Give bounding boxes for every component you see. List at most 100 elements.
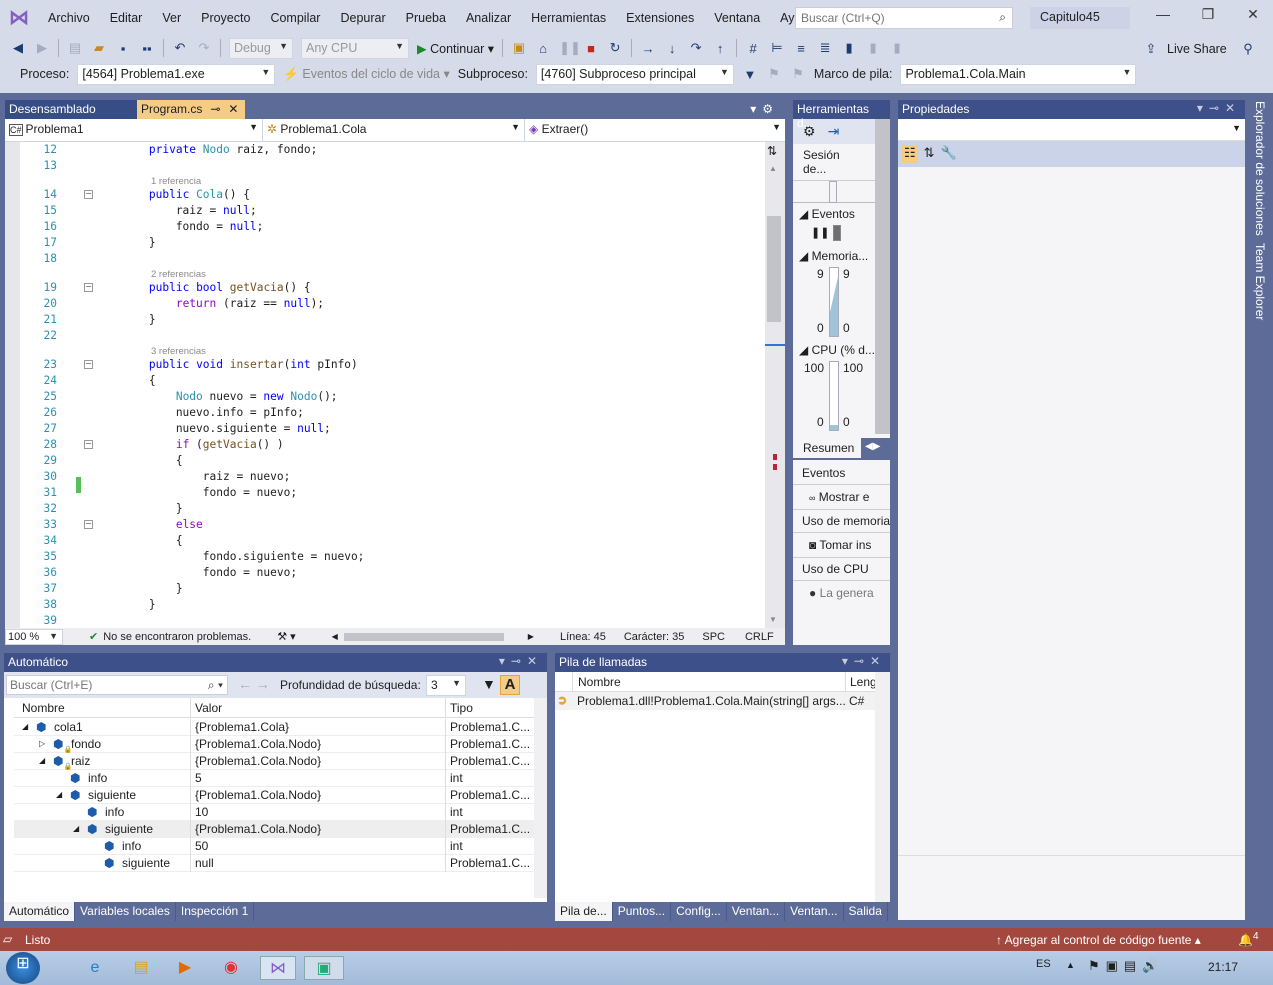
code-line[interactable]: 38 } (5, 597, 765, 613)
tab-summary[interactable]: Resumen (793, 438, 861, 458)
code-line[interactable]: 24 { (5, 373, 765, 389)
pause-icon[interactable]: ❚❚ (559, 40, 581, 56)
hex-icon[interactable]: # (745, 41, 761, 56)
bookmark-icon[interactable]: ▮ (841, 40, 857, 56)
autos-row[interactable]: ⬢ info 5 int (14, 770, 534, 787)
source-control-button[interactable]: ↑ Agregar al control de código fuente ▴ (996, 933, 1201, 947)
notifications-icon[interactable]: 🔔4 (1238, 931, 1259, 947)
tab-scroll-arrows[interactable]: ◀▶ (865, 441, 880, 452)
close-tab-icon[interactable]: ✕ (228, 102, 238, 117)
code-line[interactable]: 20 return (raiz == null); (5, 296, 765, 312)
save-all-icon[interactable]: ▪▪ (139, 41, 155, 56)
bookmark-prev-icon[interactable]: ▮ (865, 40, 881, 56)
autos-row[interactable]: ◢ ⬢🔒 raiz {Problema1.Cola.Nodo} Problema1.C.… (14, 753, 534, 770)
code-line[interactable]: 18 (5, 251, 765, 267)
configuration-select[interactable]: Debug ▼ (229, 37, 293, 59)
collapse-icon[interactable]: − (84, 190, 93, 199)
autos-search-input[interactable]: Buscar (Ctrl+E) ⌕ ▾ (6, 675, 228, 695)
tray-icons[interactable]: ⚑▣▤🔊 (1088, 958, 1164, 974)
variable-value[interactable]: null (190, 855, 218, 872)
collapse-icon[interactable]: − (84, 440, 93, 449)
collapse-arrow-icon[interactable]: ◢ (39, 756, 45, 765)
code-line[interactable]: 12 private Nodo raiz, fondo; (5, 142, 765, 158)
open-file-icon[interactable]: ▰ (91, 40, 107, 56)
autos-row[interactable]: ◢ ⬢ siguiente {Problema1.Cola.Nodo} Problema… (14, 821, 534, 838)
code-line[interactable]: 29 { (5, 453, 765, 469)
save-icon[interactable]: ▪ (115, 41, 131, 56)
menu-ver[interactable]: Ver (152, 11, 191, 25)
collapse-icon[interactable]: − (84, 360, 93, 369)
expand-arrow-icon[interactable]: ▷ (39, 739, 45, 748)
search-depth-select[interactable]: 3 ▼ (426, 675, 466, 696)
code-line[interactable]: 36 fondo = nuevo; (5, 565, 765, 581)
visual-studio-taskbar-icon[interactable]: ⋈ (260, 956, 296, 980)
step-into-icon[interactable]: ↓ (664, 41, 680, 56)
bottom-tab[interactable]: Variables locales (75, 902, 176, 921)
variable-value[interactable]: {Problema1.Cola.Nodo} (190, 753, 325, 770)
back-icon[interactable]: ◀ (10, 40, 26, 56)
step-over-icon[interactable]: ↷ (688, 40, 704, 56)
variable-value[interactable]: 5 (190, 770, 206, 787)
collapse-arrow-icon[interactable]: ◢ (22, 722, 28, 731)
variable-value[interactable]: {Problema1.Cola.Nodo} (190, 787, 325, 804)
file-explorer-icon[interactable]: ▤ (128, 956, 154, 980)
internet-explorer-icon[interactable]: e (82, 956, 108, 980)
media-player-icon[interactable]: ▶ (172, 956, 198, 980)
object-select[interactable]: ▼ (898, 119, 1245, 141)
bottom-tab[interactable]: Pila de... (555, 902, 613, 921)
code-line[interactable]: 28 − if (getVacia() ) (5, 437, 765, 453)
code-line[interactable]: 39 (5, 613, 765, 628)
autos-row[interactable]: ◢ ⬢ cola1 {Problema1.Cola} Problema1.C... (14, 719, 534, 736)
flag-icon[interactable]: ⚑ (766, 66, 782, 82)
bottom-tab[interactable]: Inspección 1 (176, 902, 255, 921)
menu-editar[interactable]: Editar (100, 11, 153, 25)
panel-controls-icon[interactable]: ▾⊸✕ (1197, 101, 1241, 115)
bottom-tab[interactable]: Ventan... (727, 902, 786, 921)
panel-controls-icon[interactable]: ▾⊸✕ (842, 654, 886, 668)
autos-row[interactable]: ⬢ info 50 int (14, 838, 534, 855)
menu-compilar[interactable]: Compilar (260, 11, 330, 25)
scrollbar-thumb[interactable] (767, 216, 781, 322)
panel-controls-icon[interactable]: ▾⊸✕ (499, 654, 543, 668)
variable-value[interactable]: {Problema1.Cola} (190, 719, 293, 736)
comment-icon[interactable]: ≡ (793, 41, 809, 56)
live-share-button[interactable]: ⇪ Live Share (1143, 41, 1227, 57)
code-line[interactable]: 21 } (5, 312, 765, 328)
code-line[interactable]: 27 nuevo.siguiente = null; (5, 421, 765, 437)
menu-proyecto[interactable]: Proyecto (191, 11, 260, 25)
flag-all-icon[interactable]: ⚑ (790, 66, 806, 82)
tab-program-cs[interactable]: Program.cs ⊸ ✕ (137, 100, 245, 119)
nav-back-forward-icon[interactable]: ← → (238, 676, 270, 692)
bottom-tab[interactable]: Config... (671, 902, 727, 921)
call-stack-row[interactable]: ➲ Problema1.dll!Problema1.Cola.Main(stri… (555, 692, 890, 710)
alphabetical-icon[interactable]: ⇅ (924, 145, 935, 163)
console-taskbar-icon[interactable]: ▣ (304, 956, 344, 980)
thread-select[interactable]: [4760] Subproceso principal ▼ (535, 63, 734, 85)
filter-icon[interactable]: ▼ (742, 67, 758, 82)
uncomment-icon[interactable]: ≣ (817, 40, 833, 56)
forward-icon[interactable]: ▶ (34, 40, 50, 56)
lifecycle-events-button[interactable]: ⚡ Eventos del ciclo de vida ▾ (283, 66, 449, 82)
horizontal-scrollbar[interactable] (343, 632, 504, 641)
export-icon[interactable]: ⇥ (828, 123, 840, 140)
take-snapshot-button[interactable]: ◙ Tomar ins (793, 533, 890, 558)
menu-herramientas[interactable]: Herramientas (521, 11, 616, 25)
bottom-tab[interactable]: Salida (844, 902, 888, 921)
code-line[interactable]: 14 − public Cola() { (5, 187, 765, 203)
side-tab-team-explorer[interactable]: Team Explorer (1253, 243, 1267, 320)
platform-select[interactable]: Any CPU ▼ (301, 37, 409, 59)
variable-value[interactable]: {Problema1.Cola.Nodo} (190, 736, 325, 753)
code-line[interactable]: 26 nuevo.info = pInfo; (5, 405, 765, 421)
autos-row[interactable]: ▷ ⬢🔒 fondo {Problema1.Cola.Nodo} Problema1.C… (14, 736, 534, 753)
redo-icon[interactable]: ↷ (196, 40, 212, 56)
menu-analizar[interactable]: Analizar (456, 11, 521, 25)
show-next-statement-icon[interactable]: → (640, 41, 656, 56)
show-events-link[interactable]: ∞ Mostrar e (793, 485, 890, 510)
editor-vertical-scrollbar[interactable]: ⇅ ▲ ▼ (765, 142, 785, 628)
collapse-arrow-icon[interactable]: ◢ (56, 790, 62, 799)
variable-value[interactable]: 10 (190, 804, 212, 821)
start-button[interactable]: ⊞ (6, 952, 40, 984)
collapse-icon[interactable]: − (84, 520, 93, 529)
menu-archivo[interactable]: Archivo (38, 11, 100, 25)
menu-extensiones[interactable]: Extensiones (616, 11, 704, 25)
